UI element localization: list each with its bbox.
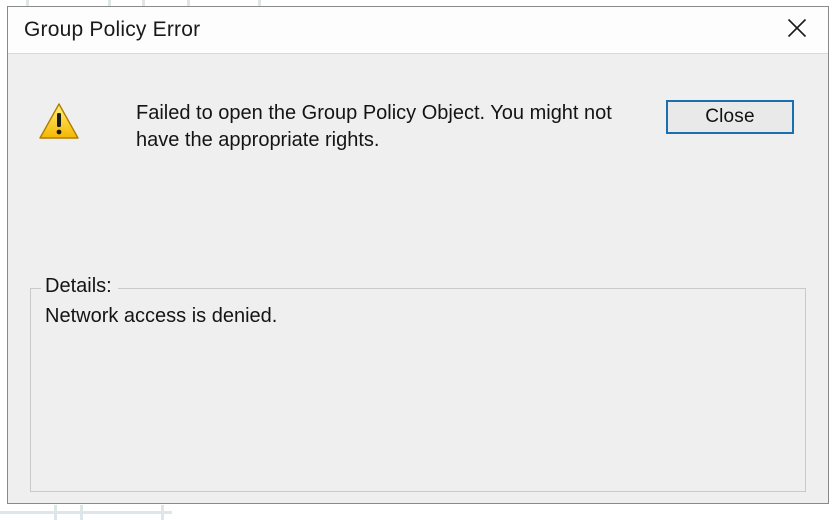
title-bar: Group Policy Error (8, 7, 828, 54)
error-message: Failed to open the Group Policy Object. … (100, 100, 626, 154)
dialog-title: Group Policy Error (24, 18, 200, 42)
error-dialog: Group Policy Error (7, 6, 829, 504)
message-row: Failed to open the Group Policy Object. … (38, 100, 798, 154)
dialog-body: Failed to open the Group Policy Object. … (8, 54, 828, 504)
titlebar-close-button[interactable] (766, 7, 828, 53)
close-button[interactable]: Close (666, 100, 794, 134)
details-groupbox: Details: Network access is denied. (30, 288, 806, 492)
details-text: Network access is denied. (45, 305, 277, 328)
button-column: Close (626, 100, 798, 134)
warning-icon (38, 100, 100, 140)
close-icon (787, 18, 807, 43)
details-label: Details: (41, 275, 118, 297)
